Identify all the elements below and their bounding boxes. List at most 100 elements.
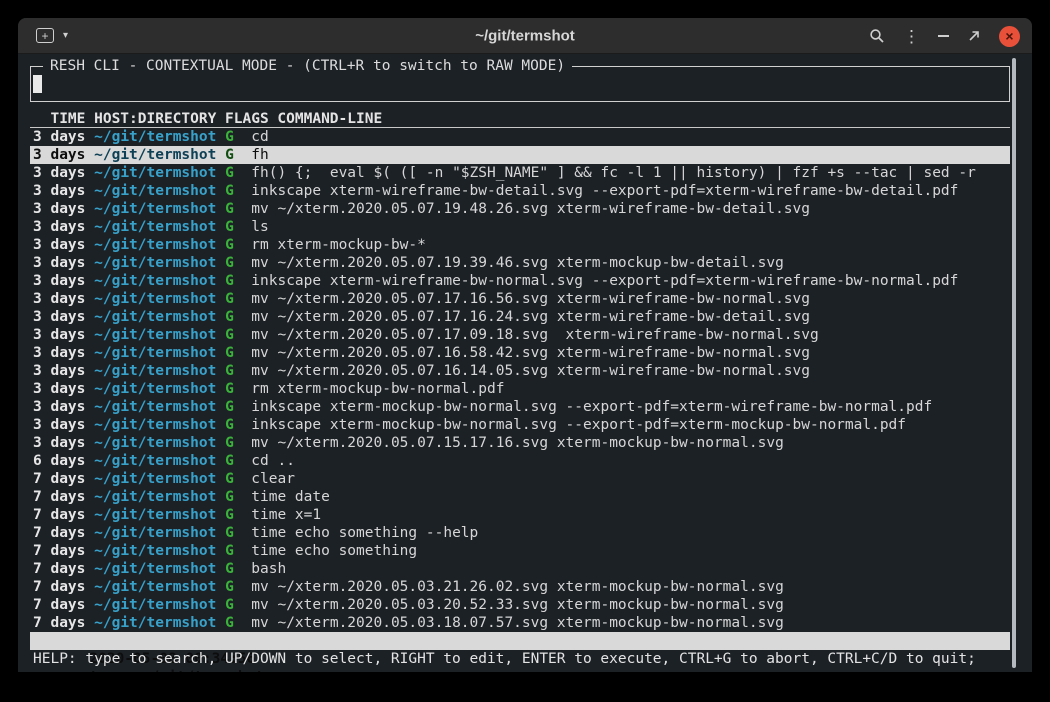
row-directory: ~/git/termshot <box>94 453 216 469</box>
restore-button[interactable] <box>967 29 981 43</box>
terminal-content[interactable]: RESH CLI - CONTEXTUAL MODE - (CTRL+R to … <box>18 66 1032 672</box>
row-flags: G <box>225 615 234 631</box>
search-button[interactable] <box>869 28 885 44</box>
row-flags: G <box>225 129 234 145</box>
row-time: 7 days <box>33 471 85 487</box>
row-directory: ~/git/termshot <box>94 219 216 235</box>
row-command: rm xterm-mockup-bw-* <box>251 237 426 253</box>
row-flags: G <box>225 417 234 433</box>
row-flags: G <box>225 561 234 577</box>
row-directory: ~/git/termshot <box>94 291 216 307</box>
minimize-icon <box>938 35 949 37</box>
row-flags: G <box>225 273 234 289</box>
history-row[interactable]: 3 days ~/git/termshot G ls <box>30 218 1010 236</box>
history-row[interactable]: 3 days ~/git/termshot G mv ~/xterm.2020.… <box>30 326 1010 344</box>
row-directory: ~/git/termshot <box>94 165 216 181</box>
history-row[interactable]: 3 days ~/git/termshot G mv ~/xterm.2020.… <box>30 308 1010 326</box>
row-command: rm xterm-mockup-bw-normal.pdf <box>251 381 504 397</box>
history-list: 3 days ~/git/termshot G cd3 days ~/git/t… <box>30 128 1010 632</box>
row-command: inkscape xterm-wireframe-bw-normal.svg -… <box>251 273 958 289</box>
history-row[interactable]: 7 days ~/git/termshot G time x=1 <box>30 506 1010 524</box>
row-directory: ~/git/termshot <box>94 255 216 271</box>
history-row[interactable]: 3 days ~/git/termshot G rm xterm-mockup-… <box>30 236 1010 254</box>
row-time: 3 days <box>33 165 85 181</box>
history-row[interactable]: 7 days ~/git/termshot G time echo someth… <box>30 524 1010 542</box>
history-row[interactable]: 7 days ~/git/termshot G time echo someth… <box>30 542 1010 560</box>
row-time: 3 days <box>33 327 85 343</box>
new-tab-button[interactable]: + <box>36 28 54 43</box>
row-time: 7 days <box>33 597 85 613</box>
history-row[interactable]: 3 days ~/git/termshot G inkscape xterm-w… <box>30 272 1010 290</box>
history-row[interactable]: 3 days ~/git/termshot G fh() {; eval $( … <box>30 164 1010 182</box>
resh-search-box[interactable]: RESH CLI - CONTEXTUAL MODE - (CTRL+R to … <box>30 66 1010 102</box>
row-directory: ~/git/termshot <box>94 201 216 217</box>
kebab-menu-icon: ⋮ <box>903 28 920 45</box>
row-flags: G <box>225 525 234 541</box>
row-command: mv ~/xterm.2020.05.07.17.16.24.svg xterm… <box>251 309 810 325</box>
row-time: 3 days <box>33 417 85 433</box>
row-flags: G <box>225 435 234 451</box>
row-flags: G <box>225 453 234 469</box>
row-time: 3 days <box>33 273 85 289</box>
history-row[interactable]: 3 days ~/git/termshot G inkscape xterm-m… <box>30 416 1010 434</box>
row-command: mv ~/xterm.2020.05.07.16.14.05.svg xterm… <box>251 363 810 379</box>
row-flags: G <box>225 291 234 307</box>
row-time: 7 days <box>33 507 85 523</box>
history-row[interactable]: 3 days ~/git/termshot G inkscape xterm-w… <box>30 182 1010 200</box>
history-row[interactable]: 7 days ~/git/termshot G bash <box>30 560 1010 578</box>
row-time: 7 days <box>33 543 85 559</box>
row-directory: ~/git/termshot <box>94 471 216 487</box>
history-row[interactable]: 7 days ~/git/termshot G mv ~/xterm.2020.… <box>30 578 1010 596</box>
row-directory: ~/git/termshot <box>94 507 216 523</box>
row-flags: G <box>225 381 234 397</box>
row-time: 3 days <box>33 219 85 235</box>
history-row[interactable]: 7 days ~/git/termshot G mv ~/xterm.2020.… <box>30 614 1010 632</box>
history-row[interactable]: 3 days ~/git/termshot G mv ~/xterm.2020.… <box>30 344 1010 362</box>
row-command: time echo something <box>251 543 417 559</box>
history-row[interactable]: 3 days ~/git/termshot G mv ~/xterm.2020.… <box>30 290 1010 308</box>
scrollbar[interactable] <box>1012 58 1016 668</box>
row-command: clear <box>251 471 295 487</box>
row-time: 3 days <box>33 201 85 217</box>
row-time: 3 days <box>33 255 85 271</box>
history-row[interactable]: 7 days ~/git/termshot G mv ~/xterm.2020.… <box>30 596 1010 614</box>
row-command: time date <box>251 489 330 505</box>
row-time: 7 days <box>33 525 85 541</box>
row-time: 3 days <box>33 381 85 397</box>
tab-dropdown-button[interactable]: ▾ <box>63 30 68 41</box>
history-row[interactable]: 3 days ~/git/termshot G mv ~/xterm.2020.… <box>30 200 1010 218</box>
history-row[interactable]: 7 days ~/git/termshot G time date <box>30 488 1010 506</box>
row-flags: G <box>225 165 234 181</box>
history-row[interactable]: 6 days ~/git/termshot G cd .. <box>30 452 1010 470</box>
minimize-button[interactable] <box>938 35 949 37</box>
history-row[interactable]: 3 days ~/git/termshot G mv ~/xterm.2020.… <box>30 254 1010 272</box>
menu-button[interactable]: ⋮ <box>903 28 920 45</box>
row-directory: ~/git/termshot <box>94 183 216 199</box>
history-columns-header: TIME HOST:DIRECTORY FLAGS COMMAND-LINE <box>30 110 1010 128</box>
row-command: time x=1 <box>251 507 321 523</box>
close-button[interactable]: × <box>999 26 1020 47</box>
history-row-selected[interactable]: 3 days ~/git/termshot G fh <box>30 146 1010 164</box>
row-time: 7 days <box>33 489 85 505</box>
row-flags: G <box>225 543 234 559</box>
window-title: ~/git/termshot <box>475 27 575 44</box>
history-row[interactable]: 3 days ~/git/termshot G mv ~/xterm.2020.… <box>30 362 1010 380</box>
row-time: 7 days <box>33 615 85 631</box>
row-directory: ~/git/termshot <box>94 615 216 631</box>
history-row[interactable]: 7 days ~/git/termshot G clear <box>30 470 1010 488</box>
row-time: 3 days <box>33 435 85 451</box>
search-icon <box>869 28 885 44</box>
history-row[interactable]: 3 days ~/git/termshot G cd <box>30 128 1010 146</box>
row-directory: ~/git/termshot <box>94 543 216 559</box>
row-command: inkscape xterm-mockup-bw-normal.svg --ex… <box>251 417 906 433</box>
titlebar: + ▾ ~/git/termshot ⋮ <box>18 18 1032 54</box>
history-row[interactable]: 3 days ~/git/termshot G rm xterm-mockup-… <box>30 380 1010 398</box>
history-row[interactable]: 3 days ~/git/termshot G mv ~/xterm.2020.… <box>30 434 1010 452</box>
plus-icon: + <box>41 30 48 42</box>
row-command: mv ~/xterm.2020.05.03.21.26.02.svg xterm… <box>251 579 784 595</box>
row-time: 3 days <box>33 363 85 379</box>
row-command: ls <box>251 219 268 235</box>
row-command: cd .. <box>251 453 295 469</box>
row-flags: G <box>225 147 234 163</box>
history-row[interactable]: 3 days ~/git/termshot G inkscape xterm-m… <box>30 398 1010 416</box>
